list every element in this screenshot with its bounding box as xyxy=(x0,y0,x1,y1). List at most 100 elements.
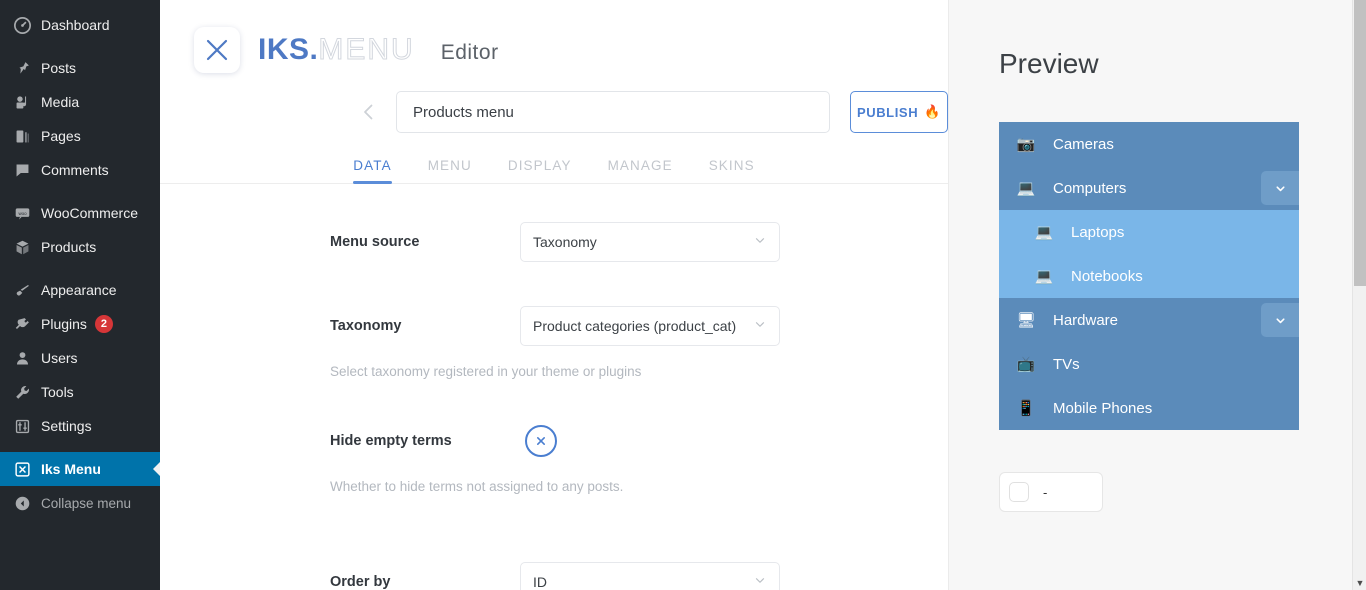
title-row: PUBLISH 🔥 xyxy=(160,78,948,134)
pages-icon xyxy=(12,126,32,146)
chevron-down-icon[interactable] xyxy=(1261,303,1299,337)
field-spacer xyxy=(330,379,948,419)
phone-thumb-icon: 📱 xyxy=(1013,397,1039,419)
data-tab-form: Menu source Taxonomy Taxonomy Product ca… xyxy=(160,184,948,590)
active-pointer xyxy=(153,461,160,477)
preview-menu-item-cameras[interactable]: 📷 Cameras xyxy=(999,122,1299,166)
sidebar-item-iks-menu[interactable]: Iks Menu xyxy=(0,452,160,486)
sidebar-item-pages[interactable]: Pages xyxy=(0,119,160,153)
x-circle-icon[interactable] xyxy=(525,425,557,457)
sidebar-label: WooCommerce xyxy=(41,205,138,221)
app-root: Dashboard Posts Media Pages Commen xyxy=(0,0,1366,590)
sidebar-label: Dashboard xyxy=(41,17,110,33)
wp-admin-sidebar: Dashboard Posts Media Pages Commen xyxy=(0,0,160,590)
collapse-arrow-icon xyxy=(12,493,32,513)
field-label: Hide empty terms xyxy=(330,433,520,449)
order-by-select[interactable]: ID xyxy=(520,562,780,590)
sidebar-divider xyxy=(0,443,160,452)
select-value: ID xyxy=(533,574,547,590)
preview-mini-card[interactable]: - xyxy=(999,472,1103,512)
tab-data[interactable]: DATA xyxy=(353,158,391,183)
empty-square-icon xyxy=(1009,482,1029,502)
preview-menu-label: Hardware xyxy=(1053,312,1118,329)
sidebar-item-tools[interactable]: Tools xyxy=(0,375,160,409)
preview-menu-item-tvs[interactable]: 📺 TVs xyxy=(999,342,1299,386)
sidebar-label: Users xyxy=(41,350,78,366)
sidebar-item-plugins[interactable]: Plugins 2 xyxy=(0,307,160,341)
preview-menu: 📷 Cameras 💻 Computers 💻 Laptops 💻 Notebo… xyxy=(999,122,1299,430)
field-order-by: Order by ID xyxy=(330,560,948,590)
preview-menu-label: Computers xyxy=(1053,180,1126,197)
field-spacer xyxy=(330,264,948,304)
sidebar-divider xyxy=(0,42,160,51)
pin-icon xyxy=(12,58,32,78)
field-label: Menu source xyxy=(330,234,520,250)
preview-menu-label: TVs xyxy=(1053,356,1080,373)
brand-name-bold: IKS. xyxy=(258,33,318,67)
menu-name-input[interactable] xyxy=(396,91,830,133)
sidebar-item-dashboard[interactable]: Dashboard xyxy=(0,8,160,42)
preview-menu-label: Cameras xyxy=(1053,136,1114,153)
sidebar-item-appearance[interactable]: Appearance xyxy=(0,273,160,307)
field-menu-source: Menu source Taxonomy xyxy=(330,220,948,264)
brand-wordmark: IKS.MENU Editor xyxy=(258,33,499,67)
taxonomy-select[interactable]: Product categories (product_cat) xyxy=(520,306,780,346)
woo-icon: woo xyxy=(12,203,32,223)
chevron-down-icon[interactable] xyxy=(1261,171,1299,205)
page-scrollbar[interactable]: ▼ xyxy=(1352,0,1366,590)
sidebar-item-comments[interactable]: Comments xyxy=(0,153,160,187)
tab-skins[interactable]: SKINS xyxy=(709,158,755,183)
tab-menu[interactable]: MENU xyxy=(428,158,472,183)
sidebar-divider xyxy=(0,187,160,196)
sidebar-item-products[interactable]: Products xyxy=(0,230,160,264)
tab-display[interactable]: DISPLAY xyxy=(508,158,572,183)
brand-suffix: Editor xyxy=(441,41,499,65)
sidebar-item-settings[interactable]: Settings xyxy=(0,409,160,443)
brush-icon xyxy=(12,280,32,300)
sidebar-label: Pages xyxy=(41,128,81,144)
tv-thumb-icon: 📺 xyxy=(1013,353,1039,375)
preview-menu-label: Mobile Phones xyxy=(1053,400,1152,417)
sidebar-label: Iks Menu xyxy=(41,461,101,477)
sidebar-collapse-menu[interactable]: Collapse menu xyxy=(0,486,160,520)
sidebar-label: Posts xyxy=(41,60,76,76)
camera-thumb-icon: 📷 xyxy=(1013,133,1039,155)
fire-emoji-icon: 🔥 xyxy=(924,104,941,120)
media-icon xyxy=(12,92,32,112)
hide-empty-terms-helper-text: Whether to hide terms not assigned to an… xyxy=(330,479,948,494)
sidebar-item-media[interactable]: Media xyxy=(0,85,160,119)
tab-manage[interactable]: MANAGE xyxy=(608,158,673,183)
sidebar-divider xyxy=(0,264,160,273)
taxonomy-helper-text: Select taxonomy registered in your theme… xyxy=(330,364,948,379)
editor-tabs: DATA MENU DISPLAY MANAGE SKINS xyxy=(160,140,948,184)
sidebar-item-posts[interactable]: Posts xyxy=(0,51,160,85)
scrollbar-thumb[interactable] xyxy=(1354,0,1366,286)
editor-header: IKS.MENU Editor PUBLISH 🔥 DATA MENU DISP… xyxy=(160,0,948,184)
preview-menu-item-hardware[interactable]: 🖥 Hardware xyxy=(999,298,1299,342)
menu-source-select[interactable]: Taxonomy xyxy=(520,222,780,262)
chevron-down-icon xyxy=(753,234,767,251)
dashboard-icon xyxy=(12,15,32,35)
chevron-down-icon xyxy=(753,318,767,335)
preview-menu-item-mobile-phones[interactable]: 📱 Mobile Phones xyxy=(999,386,1299,430)
field-spacer xyxy=(330,534,948,560)
publish-button[interactable]: PUBLISH 🔥 xyxy=(850,91,948,133)
preview-menu-item-notebooks[interactable]: 💻 Notebooks xyxy=(999,254,1299,298)
user-icon xyxy=(12,348,32,368)
sidebar-item-users[interactable]: Users xyxy=(0,341,160,375)
laptop-open-thumb-icon: 💻 xyxy=(1031,221,1057,243)
sidebar-label: Plugins xyxy=(41,316,87,332)
select-value: Product categories (product_cat) xyxy=(533,318,736,334)
field-label: Order by xyxy=(330,574,520,590)
plugins-update-badge: 2 xyxy=(95,315,113,333)
preview-menu-label: Notebooks xyxy=(1071,268,1143,285)
preview-menu-item-computers[interactable]: 💻 Computers xyxy=(999,166,1299,210)
collapse-label: Collapse menu xyxy=(41,496,131,511)
scroll-down-arrow-icon[interactable]: ▼ xyxy=(1353,579,1366,588)
sidebar-item-woocommerce[interactable]: woo WooCommerce xyxy=(0,196,160,230)
x-logo-icon xyxy=(194,27,240,73)
brand-name-light: MENU xyxy=(318,33,414,67)
sidebar-label: Tools xyxy=(41,384,74,400)
preview-menu-item-laptops[interactable]: 💻 Laptops xyxy=(999,210,1299,254)
chevron-left-icon[interactable] xyxy=(356,99,382,125)
